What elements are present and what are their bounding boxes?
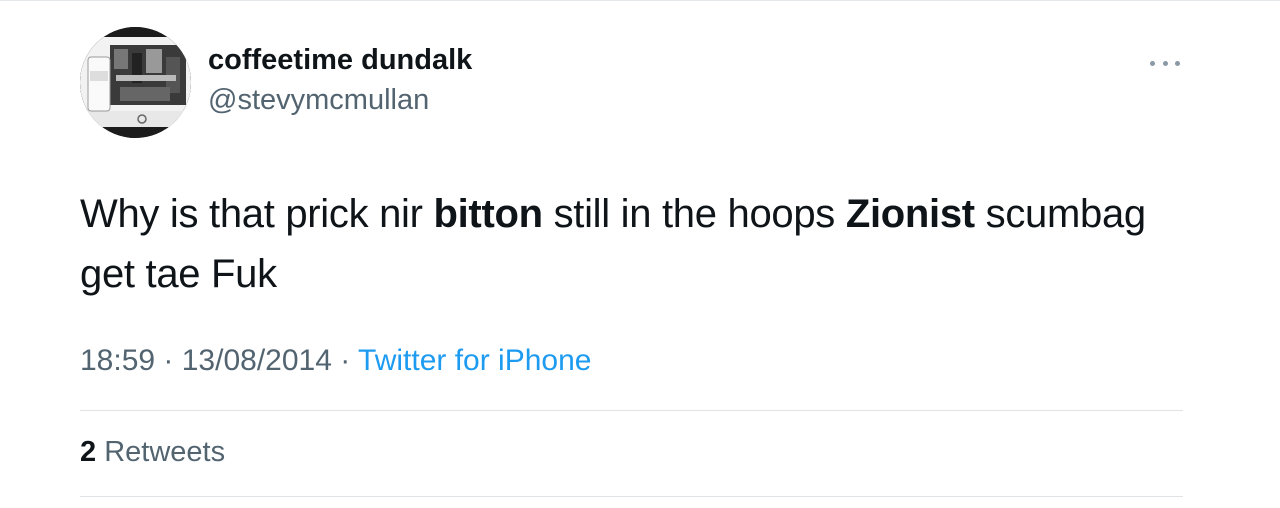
- top-divider: [0, 0, 1280, 1]
- tweet-text-bold: Zionist: [845, 192, 975, 236]
- avatar[interactable]: [80, 27, 191, 138]
- retweet-label: Retweets: [104, 436, 226, 468]
- divider: [80, 410, 1183, 411]
- tweet-text-bold: bitton: [433, 192, 543, 236]
- author-handle[interactable]: @stevymcmullan: [208, 84, 429, 117]
- tweet-source-link[interactable]: Twitter for iPhone: [358, 344, 591, 377]
- tweet-date[interactable]: 13/08/2014: [182, 344, 332, 377]
- meta-separator: ·: [331, 344, 359, 377]
- tweet-text: Why is that prick nir bitton still in th…: [80, 184, 1200, 304]
- tweet-meta: 18:59 · 13/08/2014 · Twitter for iPhone: [80, 344, 591, 378]
- meta-separator: ·: [155, 344, 182, 377]
- retweets-stat[interactable]: 2 Retweets: [80, 436, 225, 469]
- retweet-count: 2: [80, 436, 97, 468]
- ellipsis-icon[interactable]: [1148, 50, 1182, 76]
- avatar-photo-icon: [80, 27, 191, 138]
- author-display-name[interactable]: coffeetime dundalk: [208, 44, 472, 77]
- divider: [80, 496, 1183, 497]
- tweet-text-segment: still in the hoops: [542, 192, 846, 236]
- tweet-time[interactable]: 18:59: [80, 344, 155, 377]
- tweet-text-segment: Why is that prick nir: [80, 192, 434, 236]
